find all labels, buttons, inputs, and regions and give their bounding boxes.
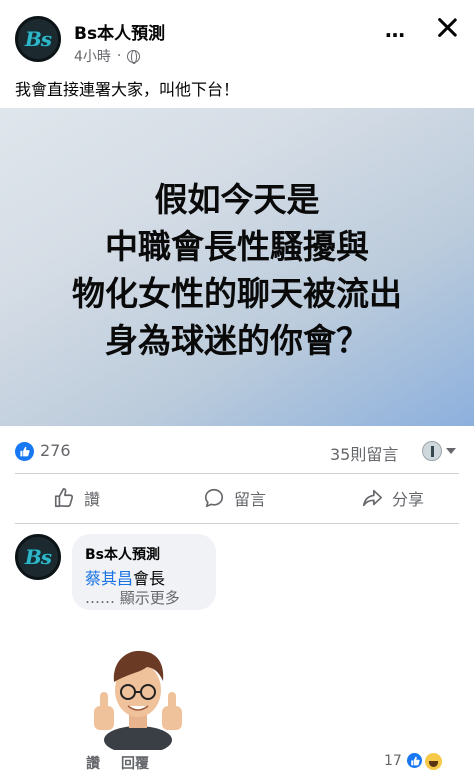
- image-text-line: 假如今天是: [154, 180, 320, 219]
- commenter-avatar[interactable]: Bs: [15, 534, 61, 580]
- comment-button[interactable]: 留言: [203, 486, 266, 510]
- caret-down-icon[interactable]: [446, 448, 456, 454]
- page-name[interactable]: Bs本人預測: [74, 19, 165, 44]
- meta-separator: ·: [116, 48, 122, 64]
- like-button[interactable]: 讚: [53, 486, 100, 510]
- comment-reaction-count[interactable]: 17: [384, 753, 402, 769]
- like-reaction-icon: [405, 751, 424, 770]
- post-text: 我會直接連署大家，叫他下台！: [15, 80, 240, 99]
- share-button[interactable]: 分享: [361, 486, 424, 510]
- image-text-line: 中職會長性騷擾與: [105, 227, 369, 266]
- share-arrow-icon: [362, 489, 382, 507]
- post-action-bar: 讚 留言 分享: [0, 476, 474, 522]
- like-button-label: 讚: [84, 490, 101, 509]
- more-options-button[interactable]: …: [380, 15, 410, 45]
- sticker-body: [104, 726, 172, 750]
- comment-text: 會長: [133, 569, 166, 588]
- page-avatar-logo: Bs: [24, 27, 52, 51]
- comment-like-button[interactable]: 讚: [86, 753, 100, 773]
- comment-count[interactable]: 35則留言: [330, 441, 398, 465]
- image-text-line: 身為球迷的你會？: [105, 321, 369, 360]
- close-button[interactable]: [432, 13, 462, 43]
- haha-reaction-icon: [423, 751, 444, 772]
- post-meta: 4小時 ·: [74, 46, 141, 66]
- comment-mention[interactable]: 蔡其昌: [85, 565, 133, 589]
- post-image[interactable]: 假如今天是 中職會長性騷擾與 物化女性的聊天被流出 身為球迷的你會？: [0, 108, 474, 426]
- image-text-line: 物化女性的聊天被流出: [72, 274, 402, 313]
- reaction-stats: 276 35則留言: [0, 430, 474, 472]
- like-reaction-icon: [15, 442, 34, 461]
- comment-reply-button[interactable]: 回覆: [121, 753, 149, 773]
- comment-bubble[interactable]: Bs本人預測 蔡其昌 會長 …… 顯示更多: [72, 534, 216, 610]
- divider: [15, 473, 459, 474]
- viewer-avatar[interactable]: [422, 441, 442, 461]
- avatar-sticker[interactable]: [88, 632, 188, 750]
- like-count[interactable]: 276: [40, 441, 71, 460]
- post-time[interactable]: 4小時: [74, 46, 111, 66]
- commenter-avatar-logo: Bs: [24, 545, 52, 569]
- comment-button-label: 留言: [234, 490, 267, 509]
- thumbs-up-icon: [54, 488, 74, 508]
- post-header: Bs Bs本人預測 4小時 · …: [0, 0, 474, 70]
- comment-author[interactable]: Bs本人預測: [85, 544, 160, 564]
- sticker-thumb-right-finger: [168, 692, 176, 712]
- comment-actions: 讚 回覆 17: [0, 750, 474, 778]
- post-image-text: 假如今天是 中職會長性騷擾與 物化女性的聊天被流出 身為球迷的你會？: [72, 176, 402, 364]
- see-more-link[interactable]: …… 顯示更多: [85, 587, 180, 608]
- divider: [15, 523, 459, 524]
- globe-icon: [127, 49, 141, 64]
- sticker-thumb-left-finger: [100, 692, 108, 712]
- comment-bubble-icon: [204, 488, 224, 508]
- share-button-label: 分享: [392, 490, 425, 509]
- page-avatar[interactable]: Bs: [15, 16, 61, 62]
